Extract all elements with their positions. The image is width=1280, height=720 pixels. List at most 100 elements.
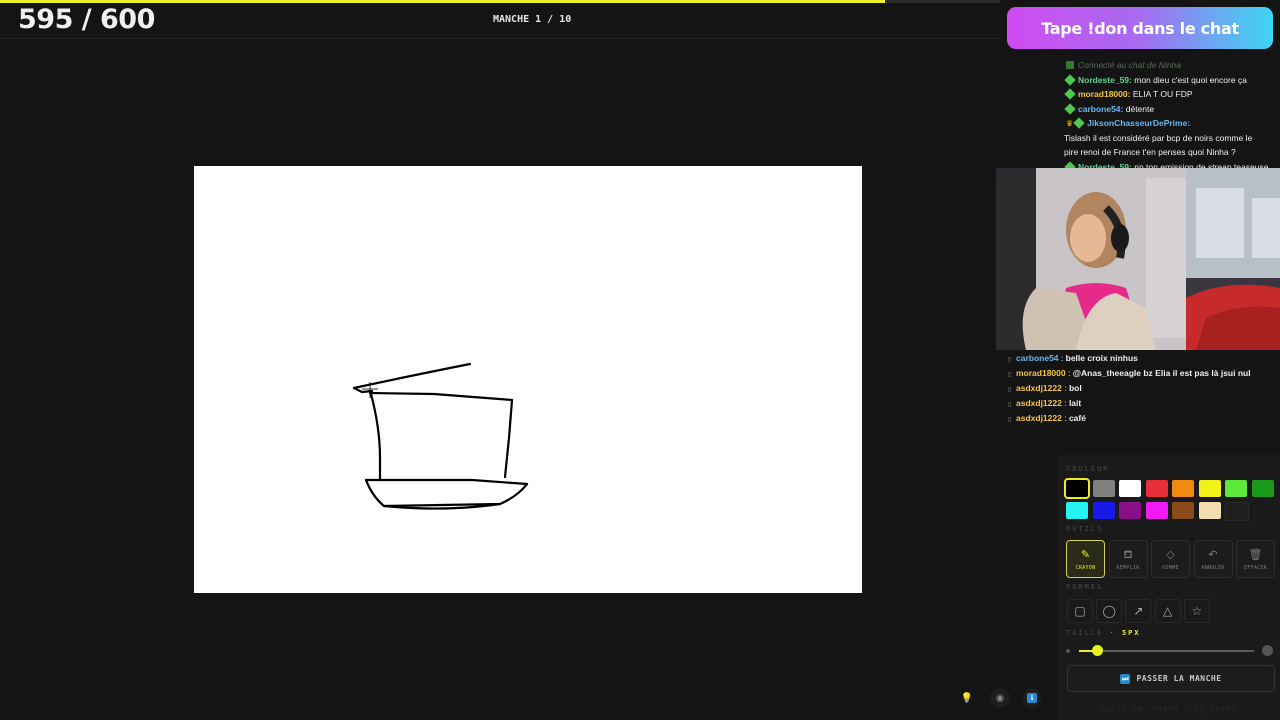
size-min-dot (1066, 649, 1070, 653)
webcam-feed (996, 168, 1280, 350)
chat-username[interactable]: morad18000 (1016, 368, 1066, 378)
chat-text: ELIA T OU FDP (1132, 89, 1193, 99)
tool-annuler-button[interactable]: ↶ ANNULER (1193, 540, 1233, 578)
tools-label: OUTILS (1066, 525, 1104, 533)
drawing-strokes (352, 362, 529, 510)
eraser-icon: ◇ (1166, 547, 1175, 561)
chat-message: morad18000: ELIA T OU FDP (1064, 87, 1280, 102)
chat-message: ♛ JiksonChasseurDePrime: (1064, 116, 1280, 131)
score-counter: 595 / 600 (18, 4, 155, 35)
tool-remplir-button[interactable]: ⛾ REMPLIR (1108, 540, 1148, 578)
system-icon (1066, 61, 1074, 69)
tool-crayon-button[interactable]: ✎ CRAYON (1066, 540, 1105, 578)
chat-username[interactable]: asdxdj1222 (1016, 413, 1062, 423)
subscriber-badge-icon (1073, 117, 1085, 129)
platform-icon: ▯ (1008, 417, 1012, 423)
chat-text: Connecté au chat de Ninha (1078, 60, 1182, 70)
chat-username[interactable]: JiksonChasseurDePrime: (1087, 118, 1190, 128)
hint-icon[interactable]: 💡 (957, 688, 977, 708)
chat-message: ▯ asdxdj1222 : café (1008, 411, 1278, 426)
color-swatch[interactable] (1251, 480, 1274, 497)
color-swatch[interactable] (1198, 502, 1221, 519)
size-value: 5PX (1121, 629, 1141, 637)
skip-icon: ⏭ (1120, 673, 1131, 684)
chat-overlay-top: Connecté au chat de Ninha Nordeste_59: mo… (1064, 58, 1280, 174)
chat-text: mon dieu c'est quoi encore ça (1134, 74, 1247, 85)
arrow-icon[interactable]: ↗ (1125, 599, 1152, 623)
chat-message: Nordeste_59: mon dieu c'est quoi encore … (1064, 73, 1280, 88)
chat-text: détente (1125, 103, 1155, 114)
color-swatch[interactable] (1066, 502, 1088, 519)
chat-text: café (1068, 413, 1086, 423)
crown-icon: ♛ (1066, 119, 1074, 128)
chat-username[interactable]: Nordeste_59: (1078, 75, 1132, 85)
chat-text: bol (1068, 383, 1082, 393)
tool-label: CRAYON (1075, 564, 1096, 571)
size-slider-track[interactable] (1079, 650, 1254, 652)
game-header: 595 / 600 MANCHE 1 / 10 (0, 0, 1000, 39)
chat-overlay-bottom: ▯ carbone54 : belle croix ninhus ▯ morad180… (1008, 351, 1278, 426)
color-swatch[interactable] (1198, 480, 1221, 497)
size-max-dot (1262, 645, 1273, 656)
trash-icon: 🗑 (1248, 547, 1263, 561)
subscriber-badge-icon (1064, 88, 1076, 100)
rectangle-icon[interactable]: ▢ (1067, 599, 1093, 623)
tool-gomme-button[interactable]: ◇ GOMME (1151, 540, 1190, 578)
ellipse-icon[interactable]: ◯ (1096, 599, 1123, 623)
color-swatch[interactable] (1119, 502, 1141, 519)
tool-label: EFFACER (1243, 564, 1268, 571)
color-swatch[interactable] (1145, 480, 1168, 497)
tool-label: ANNULER (1201, 564, 1225, 571)
skip-round-label: PASSER LA MANCHE (1136, 674, 1222, 683)
undo-icon: ↶ (1208, 547, 1218, 561)
chat-username[interactable]: carbone54 (1016, 353, 1059, 363)
triangle-icon[interactable]: △ (1154, 599, 1181, 623)
score-progress-track (0, 0, 1000, 3)
score-progress-fill (0, 0, 885, 3)
skip-round-button[interactable]: ⏭ PASSER LA MANCHE (1067, 665, 1275, 692)
chat-username[interactable]: asdxdj1222 (1016, 398, 1062, 408)
chat-message: Tislash il est considéré par bcp de noir… (1064, 131, 1280, 146)
chat-username[interactable]: morad18000: (1078, 89, 1130, 99)
chat-message: ▯ asdxdj1222 : bol (1008, 381, 1278, 396)
size-label: TAILLE · 5PX (1066, 629, 1141, 637)
platform-icon: ▯ (1008, 387, 1012, 393)
platform-icon: ▯ (1008, 402, 1012, 408)
chat-text: belle croix ninhus (1065, 353, 1138, 363)
drawing-canvas[interactable] (194, 166, 862, 593)
size-label-text: TAILLE (1066, 629, 1104, 637)
tool-effacer-button[interactable]: 🗑 EFFACER (1236, 540, 1275, 578)
size-slider-knob[interactable] (1091, 645, 1103, 656)
chat-username[interactable]: asdxdj1222 (1016, 383, 1062, 393)
round-indicator: MANCHE 1 / 10 (493, 14, 572, 25)
platform-icon: ▯ (1008, 372, 1012, 378)
color-swatch[interactable] (1119, 480, 1141, 497)
chat-message: ▯ carbone54 : belle croix ninhus (1008, 351, 1278, 366)
subscriber-badge-icon (1064, 102, 1076, 115)
platform-icon: ▯ (1008, 357, 1012, 363)
eye-icon[interactable]: ◉ (990, 688, 1010, 708)
star-icon[interactable]: ☆ (1183, 599, 1210, 623)
chat-message: ▯ asdxdj1222 : lait (1008, 396, 1278, 411)
chat-text: lait (1068, 398, 1082, 408)
color-swatch[interactable] (1064, 478, 1090, 499)
chat-text: Tislash il est considéré par bcp de noir… (1064, 132, 1253, 143)
color-swatch[interactable] (1172, 502, 1194, 519)
color-swatch[interactable] (1225, 480, 1247, 497)
color-swatch[interactable] (1172, 480, 1194, 497)
color-swatch[interactable] (1092, 480, 1115, 497)
tool-label: GOMME (1162, 564, 1179, 571)
chat-username[interactable]: carbone54: (1078, 104, 1123, 114)
info-icon[interactable]: ℹ (1022, 688, 1042, 708)
tool-label: REMPLIR (1116, 564, 1140, 571)
custom-color-swatch[interactable]: · (1225, 502, 1249, 521)
chat-message: ▯ morad18000 : @Anas_theeagle bz Elia il … (1008, 366, 1278, 381)
chat-message: pire renoi de France t'en penses quoi Ni… (1064, 145, 1280, 160)
chat-text: @Anas_theeagle bz Elia il est pas là jsu… (1072, 368, 1251, 378)
chat-message: carbone54: détente (1064, 102, 1280, 117)
color-swatch[interactable] (1145, 502, 1168, 519)
chat-text: pire renoi de France t'en penses quoi Ni… (1064, 147, 1236, 157)
palette-label: COULEUR (1066, 465, 1110, 473)
panel-footer: built for ninha · by saidu (1100, 705, 1237, 713)
color-swatch[interactable] (1092, 502, 1115, 519)
